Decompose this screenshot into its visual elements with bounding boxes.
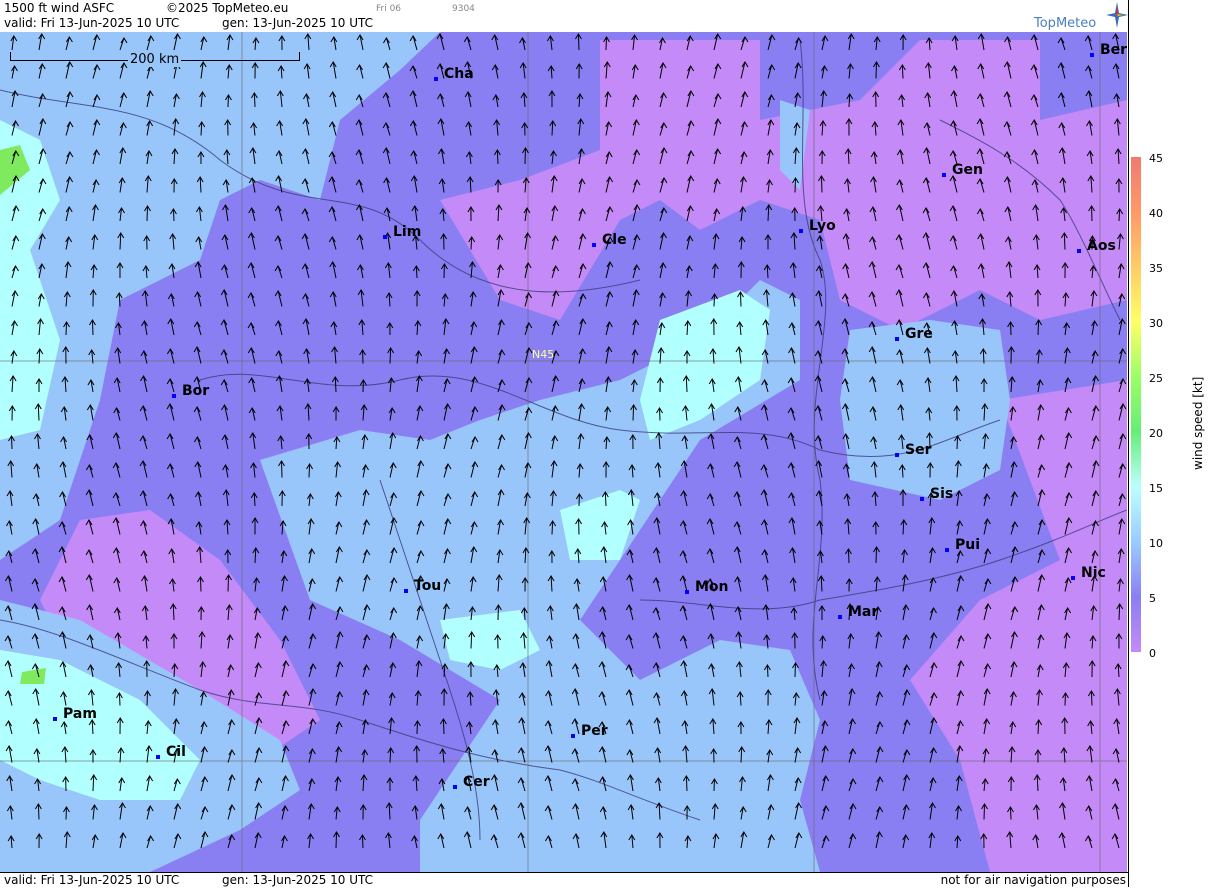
city-name: Gen (952, 162, 983, 178)
city-name: Lyo (809, 218, 836, 234)
copyright: ©2025 TopMeteo.eu (166, 1, 289, 15)
city-marker (895, 453, 899, 457)
city-label-mon: Mon (685, 579, 729, 595)
city-label-bor: Bor (172, 383, 209, 399)
legend-tick: 0 (1149, 647, 1156, 660)
legend-tick: 10 (1149, 537, 1163, 550)
city-label-gen: Gen (942, 162, 983, 178)
legend-tick: 15 (1149, 482, 1163, 495)
city-label-tou: Tou (404, 578, 441, 594)
city-name: Lim (393, 224, 422, 240)
city-marker (685, 590, 689, 594)
city-name: Cha (444, 66, 474, 82)
generated-time: gen: 13-Jun-2025 10 UTC (222, 16, 374, 30)
city-marker (1090, 53, 1094, 57)
city-marker (920, 497, 924, 501)
legend-title: wind speed [kt] (1191, 376, 1205, 470)
city-label-lim: Lim (383, 224, 421, 240)
city-label-gre: Gre (895, 326, 933, 342)
city-label-nic: Nic (1071, 565, 1106, 581)
city-marker (1077, 249, 1081, 253)
city-marker (1071, 576, 1075, 580)
city-label-pam: Pam (53, 706, 97, 722)
topmeteo-logo[interactable]: TopMeteo (1034, 2, 1128, 32)
legend-color-bar (1131, 157, 1141, 652)
city-name: Pam (63, 706, 97, 722)
footer-generated: gen: 13-Jun-2025 10 UTC (222, 873, 374, 887)
footer-valid: valid: Fri 13-Jun-2025 10 UTC (4, 873, 180, 887)
city-label-mar: Mar (838, 604, 878, 620)
city-name: Mon (695, 579, 729, 595)
city-label-cle: Cle (592, 232, 627, 248)
legend-tick: 40 (1149, 207, 1163, 220)
wind-speed-legend: 45 40 35 30 25 20 15 10 5 0 wind speed [kt] (1128, 0, 1219, 887)
city-label-lyo: Lyo (799, 218, 836, 234)
city-name: Pui (955, 537, 981, 553)
logo-text: TopMeteo (1034, 16, 1097, 31)
city-marker (383, 235, 387, 239)
city-marker (404, 589, 408, 593)
city-marker (945, 548, 949, 552)
footer-disclaimer: not for air navigation purposes (940, 873, 1126, 887)
legend-tick: 25 (1149, 372, 1163, 385)
legend-tick: 30 (1149, 317, 1163, 330)
city-marker (942, 173, 946, 177)
city-label-cer: Cer (453, 774, 490, 790)
header: 1500 ft wind ASFC ©2025 TopMeteo.eu Fri … (0, 0, 1128, 32)
latitude-label: N45 (532, 348, 555, 361)
city-label-ber: Ber (1090, 42, 1127, 58)
city-name: Ber (1100, 42, 1127, 58)
city-marker (156, 755, 160, 759)
city-name: Cle (602, 232, 627, 248)
city-label-cha: Cha (434, 66, 474, 82)
city-marker (895, 337, 899, 341)
legend-tick: 20 (1149, 427, 1163, 440)
wind-map[interactable]: 200 km N45 Cha Ber Gen Lim Cle Lyo Aos Gre Bor Se… (0, 32, 1127, 872)
city-name: Cil (166, 744, 186, 760)
city-label-sis: Sis (920, 486, 953, 502)
city-name: Sis (930, 486, 954, 502)
scale-label: 200 km (128, 52, 182, 67)
legend-tick: 35 (1149, 262, 1163, 275)
city-marker (799, 229, 803, 233)
city-label-per: Per (571, 723, 608, 739)
city-name: Ser (905, 442, 932, 458)
city-marker (453, 785, 457, 789)
city-marker (571, 734, 575, 738)
city-name: Tou (414, 578, 442, 594)
city-name: Bor (182, 383, 210, 399)
city-label-cil: Cil (156, 744, 186, 760)
map-title: 1500 ft wind ASFC (4, 1, 115, 15)
forecast-day: Fri 06 (376, 4, 402, 14)
city-name: Per (581, 723, 608, 739)
compass-star-icon (1106, 2, 1128, 28)
city-marker (838, 615, 842, 619)
valid-time: valid: Fri 13-Jun-2025 10 UTC (4, 16, 180, 30)
city-marker (172, 394, 176, 398)
legend-tick: 45 (1149, 152, 1163, 165)
city-label-aos: Aos (1077, 238, 1116, 254)
city-marker (592, 243, 596, 247)
city-name: Mar (848, 604, 879, 620)
city-name: Cer (463, 774, 490, 790)
legend-tick: 5 (1149, 592, 1156, 605)
city-marker (53, 717, 57, 721)
city-marker (434, 77, 438, 81)
city-name: Aos (1087, 238, 1116, 254)
city-label-ser: Ser (895, 442, 931, 458)
city-name: Nic (1081, 565, 1106, 581)
footer: valid: Fri 13-Jun-2025 10 UTC gen: 13-Ju… (0, 872, 1128, 888)
run-code: 9304 (452, 4, 475, 14)
city-name: Gre (905, 326, 933, 342)
city-label-pui: Pui (945, 537, 980, 553)
